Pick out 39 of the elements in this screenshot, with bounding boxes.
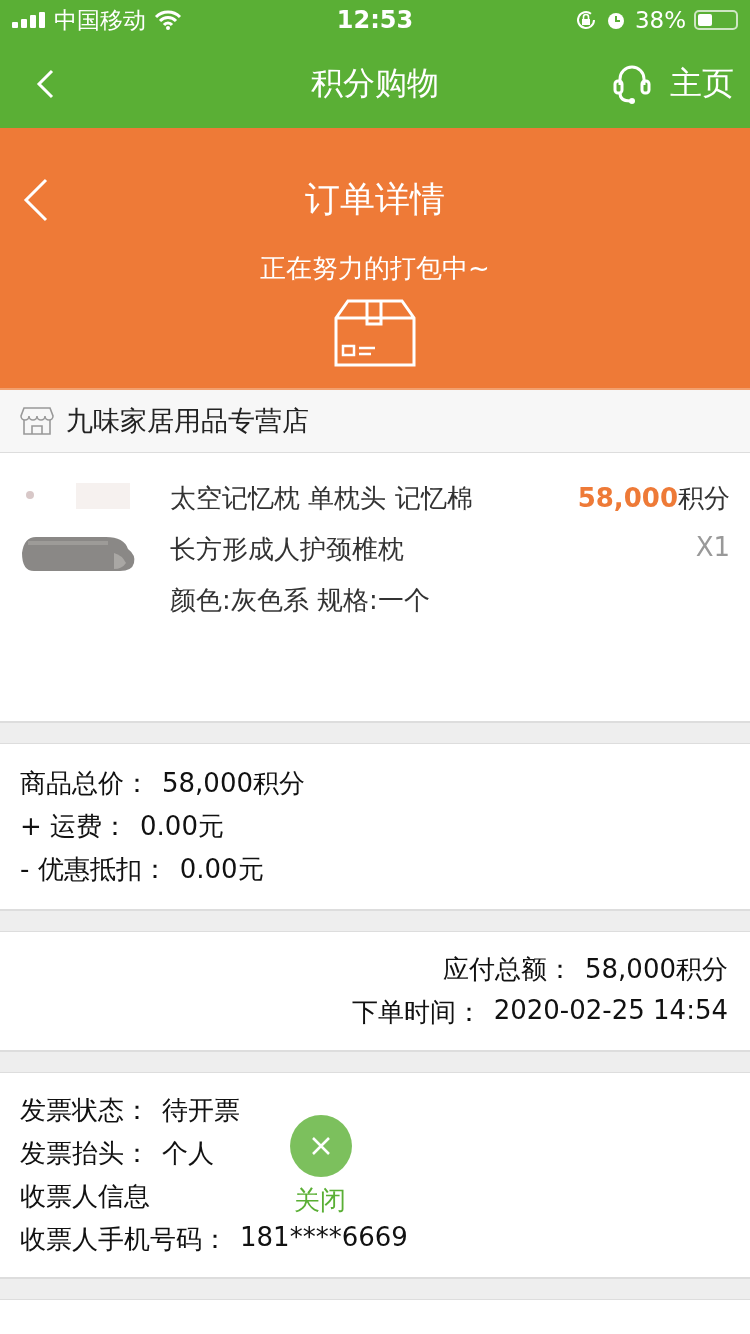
summary-label: + 运费：	[20, 810, 129, 843]
invoice-value: 个人	[162, 1137, 214, 1170]
invoice-value: 待开票	[162, 1094, 240, 1127]
battery-icon	[694, 10, 738, 30]
rotation-lock-icon	[574, 9, 597, 31]
summary-label: - 优惠抵扣：	[20, 853, 168, 886]
back-icon[interactable]	[23, 178, 49, 222]
product-price: 58,000积分	[577, 482, 730, 515]
wifi-icon	[154, 10, 182, 30]
product-quantity: X1	[695, 532, 730, 562]
summary-value: 0.00元	[179, 853, 264, 886]
back-icon[interactable]	[36, 69, 54, 99]
page-title: 积分购物	[311, 63, 439, 104]
invoice-label: 收票人信息	[20, 1180, 150, 1213]
invoice-label: 发票抬头：	[20, 1137, 150, 1170]
invoice-value: 181****6669	[240, 1222, 408, 1254]
summary-value: 58,000积分	[162, 767, 305, 800]
summary-label: 商品总价：	[20, 767, 150, 800]
status-time: 12:53	[336, 6, 414, 34]
total-value: 2020-02-25 14:54	[493, 995, 728, 1027]
product-title[interactable]: 长方形成人护颈椎枕	[170, 532, 548, 567]
invoice-label: 发票状态：	[20, 1094, 150, 1127]
product-title[interactable]: 太空记忆枕 单枕头 记忆棉	[170, 481, 548, 516]
total-label: 下单时间：	[351, 996, 482, 1029]
signal-icon	[12, 12, 46, 28]
headset-icon[interactable]	[612, 63, 652, 105]
total-label: 应付总额：	[443, 953, 573, 986]
close-icon	[310, 1135, 332, 1157]
carrier-name: 中国移动	[54, 5, 146, 35]
total-value: 58,000积分	[585, 953, 728, 986]
product-spec: 颜色:灰色系 规格:一个	[170, 584, 431, 617]
invoice-label: 收票人手机号码：	[20, 1223, 228, 1256]
store-name[interactable]: 九味家居用品专营店	[66, 403, 309, 439]
package-icon	[333, 298, 417, 368]
order-status-text: 正在努力的打包中~	[260, 252, 490, 285]
summary-value: 0.00元	[140, 810, 224, 843]
store-icon	[20, 406, 54, 436]
battery-percent: 38%	[634, 7, 686, 33]
order-detail-title: 订单详情	[305, 178, 445, 221]
